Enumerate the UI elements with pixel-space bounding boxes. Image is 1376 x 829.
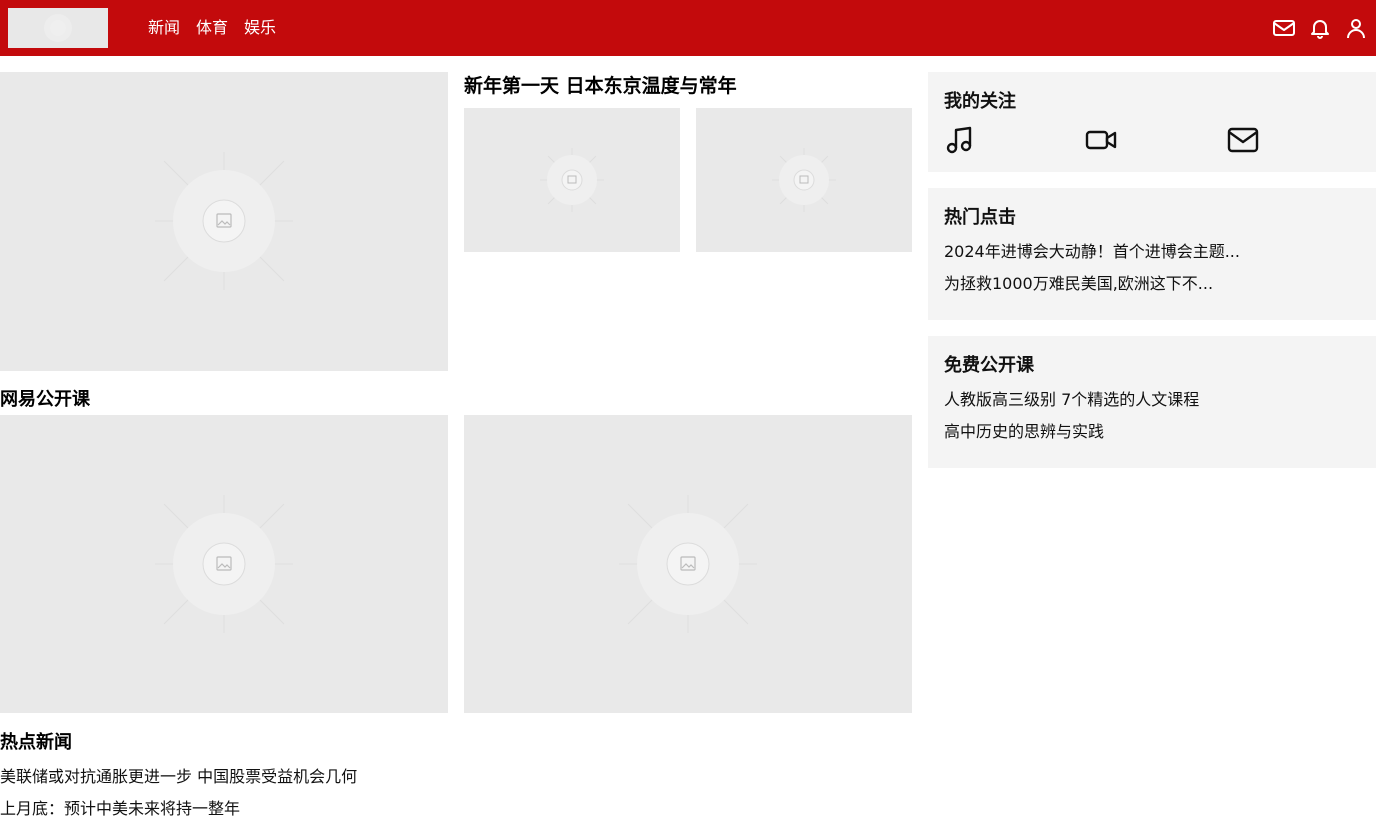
free-courses-panel: 免费公开课 人教版高三级别 7个精选的人文课程 高中历史的思辨与实践 [928, 336, 1376, 468]
header-actions [1272, 16, 1368, 40]
panel-title: 我的关注 [944, 91, 1016, 112]
thumbnail-image[interactable] [464, 108, 680, 252]
course-link[interactable]: 人教版高三级别 7个精选的人文课程 [944, 388, 1199, 412]
panel-title: 热门点击 [944, 207, 1016, 228]
logo[interactable] [8, 8, 108, 48]
nav-item-news[interactable]: 新闻 [148, 16, 180, 40]
section-title-hot-news: 热点新闻 [0, 732, 72, 753]
news-link[interactable]: 美联储或对抗通胀更进一步 中国股票受益机会几何 [0, 765, 357, 789]
hot-clicks-panel: 热门点击 2024年进博会大动静！首个进博会主题... 为拯救1000万难民美国… [928, 188, 1376, 320]
top-bar: 新闻 体育 娱乐 [0, 0, 1376, 56]
user-icon[interactable] [1344, 16, 1368, 40]
video-icon[interactable] [1085, 124, 1117, 156]
nav-item-entertainment[interactable]: 娱乐 [244, 16, 276, 40]
logo-mark [50, 20, 66, 36]
hot-click-link[interactable]: 2024年进博会大动静！首个进博会主题... [944, 240, 1240, 264]
follow-panel: 我的关注 [928, 72, 1376, 172]
main-nav: 新闻 体育 娱乐 [148, 16, 276, 40]
bell-icon[interactable] [1308, 16, 1332, 40]
feature-image[interactable] [0, 72, 448, 371]
hot-click-link[interactable]: 为拯救1000万难民美国,欧洲这下不... [944, 272, 1213, 296]
thumbnail-image[interactable] [696, 108, 912, 252]
section-title-open-course: 网易公开课 [0, 389, 90, 410]
mail-icon[interactable] [1272, 16, 1296, 40]
nav-item-sports[interactable]: 体育 [196, 16, 228, 40]
panel-title: 免费公开课 [944, 355, 1034, 376]
feature-headline[interactable]: 新年第一天 日本东京温度与常年 [464, 72, 737, 100]
news-link[interactable]: 上月底：预计中美未来将持一整年 [0, 797, 240, 821]
music-icon[interactable] [944, 124, 976, 156]
course-image[interactable] [0, 415, 448, 713]
course-image[interactable] [464, 415, 912, 713]
mail-icon[interactable] [1227, 124, 1259, 156]
course-link[interactable]: 高中历史的思辨与实践 [944, 420, 1104, 444]
